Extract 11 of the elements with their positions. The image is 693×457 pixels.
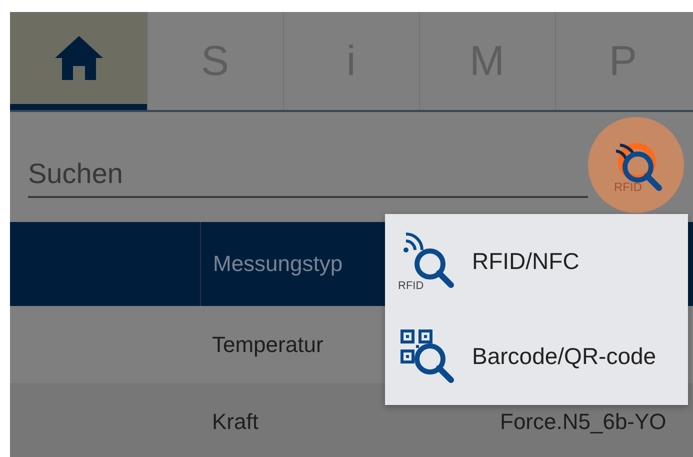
table-cell-text: Kraft [211, 408, 258, 436]
table-cell-text: Temperatur [211, 330, 324, 359]
rfid-label: RFID [398, 280, 424, 292]
rfid-search-button[interactable]: RFID [588, 117, 684, 213]
search-field[interactable]: Suchen [28, 152, 588, 198]
table-cell-text: Force.N5_6b-YO [500, 408, 666, 436]
column-header: Messungstyp [212, 250, 343, 278]
menu-item[interactable]: RFID RFID/NFC [385, 214, 688, 309]
menu-item[interactable]: Barcode/QR-code [385, 309, 688, 404]
rfid-label: RFID [614, 181, 642, 193]
home-tab[interactable] [10, 12, 147, 110]
